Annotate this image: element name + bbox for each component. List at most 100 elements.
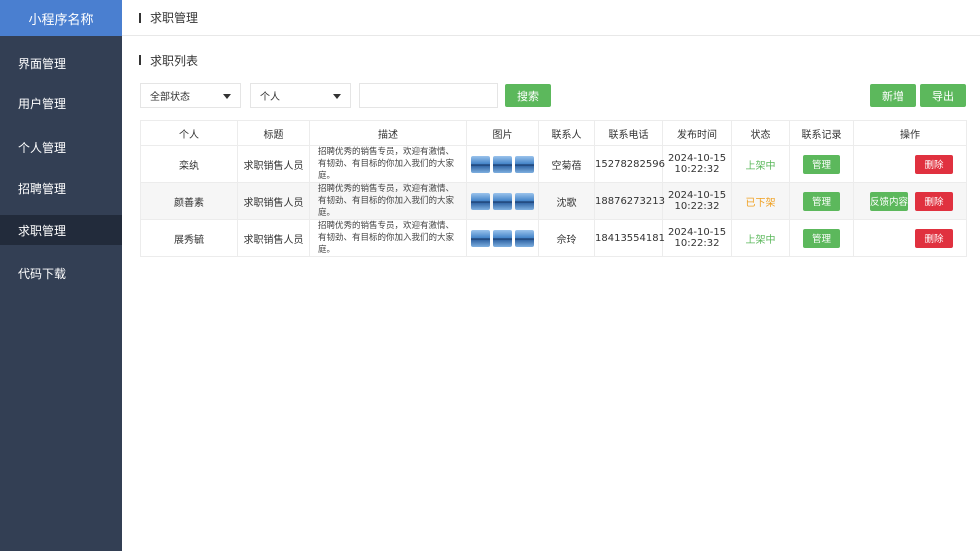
search-button[interactable]: 搜索 <box>505 84 551 107</box>
delete-button[interactable]: 删除 <box>915 154 953 174</box>
delete-button[interactable]: 删除 <box>915 228 953 248</box>
cell-title: 求职销售人员 <box>237 145 310 183</box>
header: 求职管理 <box>122 0 980 36</box>
cell-date-time: 10:22:32 <box>674 201 720 212</box>
table-row: 栾纨 求职销售人员 招聘优秀的销售专员，欢迎有激情、有韧劲、有目标的你加入我们的… <box>140 145 967 183</box>
manage-record-button[interactable]: 管理 <box>803 228 840 248</box>
app-name: 小程序名称 <box>28 12 94 28</box>
cell-ops: 删除 <box>853 145 967 183</box>
manage-record-button[interactable]: 管理 <box>803 191 840 211</box>
export-button[interactable]: 导出 <box>920 84 966 107</box>
image-thumbnail[interactable] <box>493 155 512 173</box>
cell-record: 管理 <box>789 219 854 257</box>
page-title: 求职管理 <box>150 11 199 25</box>
person-select[interactable]: 个人 <box>250 83 351 108</box>
cell-date: 2024-10-15 10:22:32 <box>662 219 732 257</box>
cell-date: 2024-10-15 10:22:32 <box>662 182 732 220</box>
cell-contact: 沈歌 <box>538 182 595 220</box>
column-header: 个人 <box>140 120 238 146</box>
table-row: 展秀毓 求职销售人员 招聘优秀的销售专员，欢迎有激情、有韧劲、有目标的你加入我们… <box>140 219 967 257</box>
cell-phone: 18413554181 <box>594 219 665 257</box>
cell-date-day: 2024-10-15 <box>667 227 727 238</box>
manage-record-label: 管理 <box>811 160 831 171</box>
cell-record: 管理 <box>789 182 854 220</box>
search-input[interactable] <box>359 83 498 108</box>
cell-status: 已下架 <box>731 182 790 220</box>
status-select-value: 全部状态 <box>150 92 190 103</box>
image-thumbnail[interactable] <box>471 192 490 210</box>
column-header: 联系人 <box>538 120 595 146</box>
cell-title: 求职销售人员 <box>237 182 310 220</box>
person-select-value: 个人 <box>260 92 280 103</box>
title-marker <box>139 12 141 23</box>
cell-ops: 删除 <box>853 219 967 257</box>
delete-label: 删除 <box>924 234 944 245</box>
sidebar-item-recruitment[interactable]: 招聘管理 <box>0 173 122 203</box>
cell-title: 求职销售人员 <box>237 219 310 257</box>
caret-down-icon <box>223 94 231 99</box>
column-header: 状态 <box>731 120 790 146</box>
sidebar-item-label: 招聘管理 <box>18 181 67 196</box>
app-logo: 小程序名称 <box>0 0 122 36</box>
column-header: 操作 <box>853 120 967 146</box>
cell-date: 2024-10-15 10:22:32 <box>662 145 732 183</box>
manage-record-button[interactable]: 管理 <box>803 154 840 174</box>
job-seeking-table: 个人 标题 描述 图片 联系人 联系电话 发布时间 状态 联系记录 操作 栾纨 … <box>140 120 967 257</box>
export-button-label: 导出 <box>932 89 954 103</box>
section-marker <box>139 55 141 65</box>
image-thumbnail[interactable] <box>471 155 490 173</box>
delete-button[interactable]: 删除 <box>915 191 953 211</box>
sidebar-item-personal[interactable]: 个人管理 <box>0 132 122 162</box>
section-heading: 求职列表 <box>139 52 198 68</box>
manage-record-label: 管理 <box>811 234 831 245</box>
cell-date-time: 10:22:32 <box>674 164 720 175</box>
sidebar-item-interface[interactable]: 界面管理 <box>0 48 122 78</box>
cell-person: 展秀毓 <box>140 219 238 257</box>
cell-phone: 15278282596 <box>594 145 665 183</box>
cell-date-day: 2024-10-15 <box>667 190 727 201</box>
image-thumbnail[interactable] <box>471 229 490 247</box>
image-thumbnail[interactable] <box>515 155 534 173</box>
feedback-button[interactable]: 反馈内容 <box>870 191 909 211</box>
delete-label: 删除 <box>924 197 944 208</box>
column-header: 发布时间 <box>662 120 732 146</box>
cell-desc: 招聘优秀的销售专员，欢迎有激情、有韧劲、有目标的你加入我们的大家庭。 <box>309 182 467 220</box>
cell-contact: 佘玲 <box>538 219 595 257</box>
table-header-row: 个人 标题 描述 图片 联系人 联系电话 发布时间 状态 联系记录 操作 <box>140 120 967 146</box>
cell-record: 管理 <box>789 145 854 183</box>
caret-down-icon <box>333 94 341 99</box>
sidebar-item-label: 求职管理 <box>18 223 67 238</box>
cell-status: 上架中 <box>731 145 790 183</box>
sidebar-item-label: 代码下载 <box>18 266 67 281</box>
column-header: 图片 <box>466 120 539 146</box>
sidebar-item-label: 用户管理 <box>18 96 67 111</box>
cell-desc: 招聘优秀的销售专员，欢迎有激情、有韧劲、有目标的你加入我们的大家庭。 <box>309 219 467 257</box>
delete-label: 删除 <box>924 160 944 171</box>
cell-status: 上架中 <box>731 219 790 257</box>
cell-images <box>466 145 539 183</box>
image-thumbnail[interactable] <box>493 192 512 210</box>
column-header: 联系记录 <box>789 120 854 146</box>
cell-phone: 18876273213 <box>594 182 665 220</box>
feedback-label: 反馈内容 <box>870 197 909 208</box>
sidebar-item-users[interactable]: 用户管理 <box>0 88 122 118</box>
sidebar-item-code-download[interactable]: 代码下载 <box>0 258 122 288</box>
status-select[interactable]: 全部状态 <box>140 83 241 108</box>
sidebar-item-job-seeking[interactable]: 求职管理 <box>0 215 122 245</box>
add-button[interactable]: 新增 <box>870 84 916 107</box>
cell-contact: 空菊蓓 <box>538 145 595 183</box>
image-thumbnail[interactable] <box>493 229 512 247</box>
column-header: 联系电话 <box>594 120 663 146</box>
sidebar-item-label: 界面管理 <box>18 56 67 71</box>
cell-person: 颜善素 <box>140 182 238 220</box>
sidebar-item-label: 个人管理 <box>18 140 67 155</box>
cell-date-time: 10:22:32 <box>674 238 720 249</box>
search-button-label: 搜索 <box>517 89 539 103</box>
add-button-label: 新增 <box>882 89 904 103</box>
cell-images <box>466 219 539 257</box>
image-thumbnail[interactable] <box>515 192 534 210</box>
section-title: 求职列表 <box>150 53 199 68</box>
image-thumbnail[interactable] <box>515 229 534 247</box>
table-row: 颜善素 求职销售人员 招聘优秀的销售专员，欢迎有激情、有韧劲、有目标的你加入我们… <box>140 182 967 220</box>
sidebar: 小程序名称 界面管理 用户管理 个人管理 招聘管理 求职管理 代码下载 <box>0 0 122 551</box>
